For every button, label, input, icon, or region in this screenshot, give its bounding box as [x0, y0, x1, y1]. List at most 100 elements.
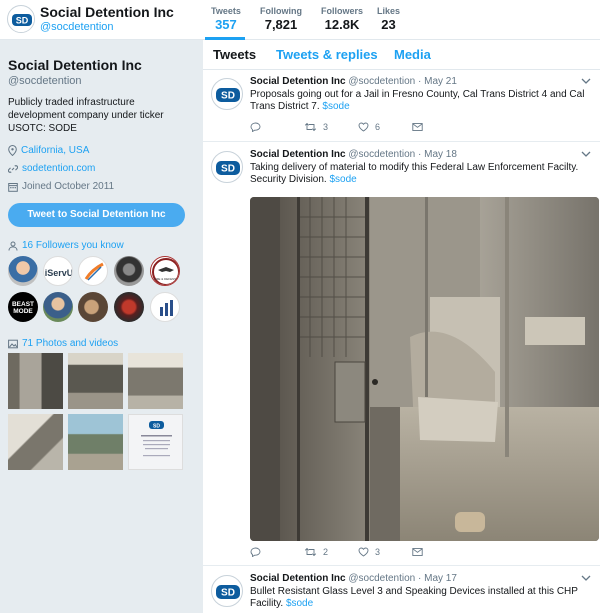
jail-cell-photo	[250, 197, 599, 541]
tweet-author-name[interactable]: Social Detention Inc	[250, 573, 346, 584]
reply-button[interactable]	[250, 122, 304, 132]
tweet-date[interactable]: May 18	[424, 149, 457, 160]
follower-avatar[interactable]	[8, 256, 38, 286]
tweet-date[interactable]: May 21	[424, 76, 457, 87]
retweet-icon	[304, 122, 317, 132]
stat-label: Following	[260, 6, 302, 16]
profile-handle[interactable]: @socdetention	[8, 75, 82, 87]
photo-thumbnail[interactable]	[68, 414, 123, 470]
message-button[interactable]	[412, 547, 466, 557]
sd-logo-icon: SD	[216, 161, 240, 175]
photo-thumbnail[interactable]	[128, 353, 183, 409]
timeline: Tweets Tweets & replies Media SD Social …	[203, 40, 600, 613]
follower-avatar[interactable]	[114, 256, 144, 286]
tweet-author-name[interactable]: Social Detention Inc	[250, 149, 346, 160]
photo-thumbnail[interactable]	[8, 414, 63, 470]
tweet-avatar[interactable]: SD	[211, 151, 243, 183]
cashtag-link[interactable]: $sode	[322, 101, 349, 112]
svg-text:iServU: iServU	[45, 268, 73, 278]
link-icon	[8, 164, 18, 173]
website-link[interactable]: sodetention.com	[22, 163, 95, 174]
like-count: 6	[375, 122, 381, 132]
profile-website: sodetention.com	[8, 163, 95, 174]
follower-avatar[interactable]: iServU	[43, 256, 73, 286]
cashtag-link[interactable]: $sode	[286, 598, 313, 609]
tweet-to-button[interactable]: Tweet to Social Detention Inc	[8, 203, 185, 227]
tweet-avatar[interactable]: SD	[211, 78, 243, 110]
stat-value: 12.8K	[324, 17, 360, 32]
svg-text:SD: SD	[221, 91, 235, 102]
eagle-badge-icon: SIZE & DEFENSE	[152, 258, 179, 285]
tweet[interactable]: SD Social Detention Inc @socdetention · …	[203, 567, 600, 613]
sd-logo-icon: SD	[9, 7, 34, 32]
tweet[interactable]: SD Social Detention Inc @socdetention · …	[203, 143, 600, 566]
stat-label: Followers	[321, 6, 364, 16]
location-pin-icon	[8, 145, 17, 156]
like-button[interactable]: 3	[358, 547, 412, 557]
stat-likes[interactable]: Likes 23	[377, 6, 400, 32]
svg-text:SD: SD	[16, 16, 29, 26]
stat-value: 23	[381, 17, 396, 32]
top-profile-handle[interactable]: @socdetention	[40, 21, 114, 33]
follower-avatar[interactable]	[150, 292, 180, 322]
tweet-author-handle[interactable]: @socdetention	[348, 76, 415, 87]
tweet-text-content: Taking delivery of material to modify th…	[250, 162, 579, 185]
tab-media[interactable]: Media	[394, 47, 431, 62]
top-profile-name[interactable]: Social Detention Inc	[40, 4, 174, 20]
cashtag-link[interactable]: $sode	[329, 174, 356, 185]
stat-tweets[interactable]: Tweets 357	[211, 6, 241, 32]
profile-name[interactable]: Social Detention Inc	[8, 57, 142, 73]
stat-following[interactable]: Following 7,821	[260, 6, 302, 32]
follower-avatar[interactable]	[43, 292, 73, 322]
photo-thumbnail[interactable]	[8, 353, 63, 409]
photos-videos-link[interactable]: 71 Photos and videos	[22, 338, 118, 349]
tweet-media-photo[interactable]	[250, 197, 599, 541]
reply-icon	[250, 547, 261, 557]
envelope-icon	[412, 548, 423, 556]
person-icon	[8, 241, 18, 251]
follower-avatar[interactable]: BEAST MODE	[8, 292, 38, 322]
follower-avatar[interactable]	[78, 256, 108, 286]
orange-swoosh-icon	[84, 262, 104, 281]
tab-tweets[interactable]: Tweets	[213, 47, 256, 62]
svg-text:SD: SD	[221, 588, 235, 599]
top-avatar[interactable]: SD	[7, 5, 35, 33]
stat-label: Likes	[377, 6, 401, 16]
like-button[interactable]: 6	[358, 122, 412, 132]
follower-avatar[interactable]	[78, 292, 108, 322]
stat-followers[interactable]: Followers 12.8K	[321, 6, 363, 32]
retweet-button[interactable]: 3	[304, 122, 358, 132]
tweet-date[interactable]: May 17	[424, 573, 457, 584]
beast-mode-logo-icon: BEASTMODE	[12, 301, 34, 315]
timeline-tabs: Tweets Tweets & replies Media	[203, 40, 600, 70]
photo-thumbnail[interactable]: SD	[128, 414, 183, 470]
tweet-text: Bullet Resistant Glass Level 3 and Speak…	[250, 586, 590, 610]
message-button[interactable]	[412, 122, 466, 132]
tweet-dot: ·	[418, 573, 422, 584]
tweet[interactable]: SD Social Detention Inc @socdetention · …	[203, 70, 600, 142]
tweet-author-handle[interactable]: @socdetention	[348, 149, 415, 160]
svg-text:BEAST: BEAST	[12, 301, 34, 308]
photo-icon	[8, 339, 18, 348]
tweet-actions: 2 3	[250, 547, 466, 557]
chevron-down-icon[interactable]	[580, 149, 592, 159]
tweet-avatar[interactable]: SD	[211, 575, 243, 607]
tweet-header: Social Detention Inc @socdetention · May…	[250, 149, 457, 160]
stat-value: 357	[215, 17, 237, 32]
location-link[interactable]: California, USA	[21, 145, 89, 156]
tweet-author-name[interactable]: Social Detention Inc	[250, 76, 346, 87]
followers-you-know-link[interactable]: 16 Followers you know	[22, 240, 124, 251]
photo-thumbnail[interactable]	[68, 353, 123, 409]
tab-tweets-replies[interactable]: Tweets & replies	[276, 47, 378, 62]
chevron-down-icon[interactable]	[580, 573, 592, 583]
chevron-down-icon[interactable]	[580, 76, 592, 86]
envelope-icon	[412, 123, 423, 131]
retweet-button[interactable]: 2	[304, 547, 358, 557]
reply-button[interactable]	[250, 547, 304, 557]
follower-avatar[interactable]: SIZE & DEFENSE	[150, 256, 180, 286]
iservu-logo-icon: iServU	[45, 268, 73, 278]
profile-joined: Joined October 2011	[8, 181, 114, 192]
follower-avatar[interactable]	[114, 292, 144, 322]
tweet-text: Proposals going out for a Jail in Fresno…	[250, 89, 590, 113]
tweet-author-handle[interactable]: @socdetention	[348, 573, 415, 584]
